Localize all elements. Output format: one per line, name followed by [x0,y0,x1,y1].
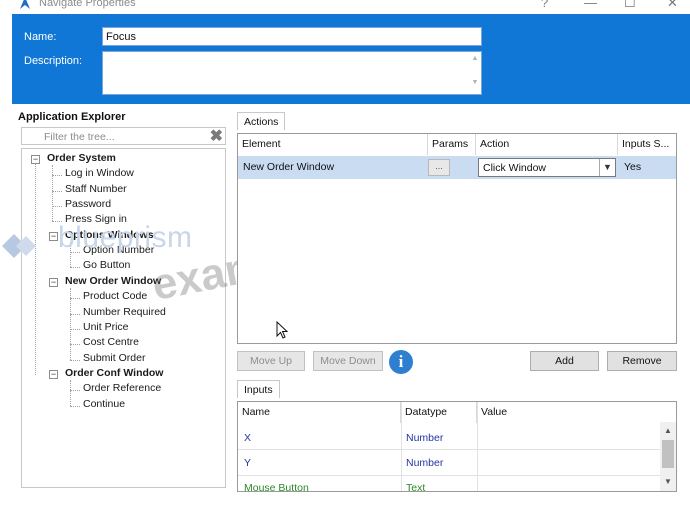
tree-connector [70,390,80,392]
action-dropdown-value: Click Window [483,162,547,174]
move-down-button[interactable]: Move Down [313,351,383,371]
tree-node[interactable]: Number Required [83,306,166,318]
tree-connector [52,206,62,208]
tree-connector [70,379,71,406]
params-button[interactable]: ... [428,159,450,176]
blueprism-app-icon [20,0,30,9]
action-dropdown[interactable]: Click Window ▼ [478,158,616,177]
tree-node[interactable]: Submit Order [83,352,145,364]
mouse-cursor-icon [276,321,288,339]
column-divider [401,402,402,491]
window-title: Navigate Properties [39,0,136,9]
tree-node[interactable]: Cost Centre [83,336,139,348]
blueprism-watermark-icon [2,234,36,258]
inputs-grid: Name Datatype Value X Number Y Number Mo… [237,401,677,492]
tree-connector [35,164,36,375]
title-bar: Navigate Properties ? — ☐ ✕ [0,0,690,14]
tree-connector [70,344,80,346]
column-header-datatype[interactable]: Datatype [401,402,477,423]
tree-node[interactable]: Unit Price [83,321,129,333]
column-header-inputs[interactable]: Inputs S... [618,134,676,155]
column-divider [477,402,478,491]
tree-node[interactable]: Go Button [83,259,130,271]
tab-actions[interactable]: Actions [237,112,286,130]
input-name-cell: Mouse Button [244,482,309,492]
scroll-up-icon[interactable]: ▲ [660,424,676,438]
input-datatype-cell: Number [406,457,444,469]
collapse-icon[interactable]: − [49,231,58,241]
tree-node[interactable]: Password [65,198,111,210]
clear-filter-icon[interactable]: ✖ [210,126,223,146]
input-datatype-cell: Text [406,482,426,492]
column-header-params[interactable]: Params [428,134,476,155]
row-element-cell: New Order Window [243,161,335,173]
tree-filter-input[interactable]: Filter the tree... ✖ [21,127,226,145]
blueprism-watermark: blueprism [58,221,193,254]
row-divider [238,475,662,476]
name-label: Name: [24,31,57,43]
tree-filter-placeholder: Filter the tree... [44,131,115,143]
application-explorer-title: Application Explorer [18,111,126,123]
input-datatype-cell: Number [406,432,444,444]
scroll-thumb[interactable] [662,440,674,468]
name-input[interactable] [102,27,482,46]
tree-node[interactable]: Order Reference [83,382,161,394]
tree-connector [52,175,62,177]
tree-connector [70,359,80,361]
row-inputs-cell: Yes [624,161,642,173]
description-label: Description: [24,55,83,67]
input-name-cell: X [244,432,252,444]
tree-node[interactable]: Log in Window [65,167,134,179]
tree-connector [52,190,62,192]
tree-node[interactable]: Staff Number [65,183,127,195]
tree-connector [52,165,53,222]
minimize-button[interactable]: — [584,0,597,10]
column-header-value[interactable]: Value [477,402,662,423]
collapse-icon[interactable]: − [49,369,58,379]
tree-connector [70,298,80,300]
add-button[interactable]: Add [530,351,599,371]
collapse-icon[interactable]: − [31,155,40,164]
chevron-down-icon[interactable]: ▼ [599,159,615,176]
inputs-scrollbar[interactable]: ▲ ▼ [660,422,676,491]
tree-connector [70,287,71,360]
maximize-button[interactable]: ☐ [624,0,636,11]
description-scrollbar[interactable]: ▲ ▼ [471,55,479,93]
tree-connector [70,313,80,315]
tree-node[interactable]: Order Conf Window [65,367,163,379]
input-name-cell: Y [244,457,252,469]
column-header-action[interactable]: Action [476,134,618,155]
tree-connector [70,267,80,269]
properties-header: Name: Description: ▲▼ [12,14,690,104]
tree-node[interactable]: New Order Window [65,275,161,287]
tree-connector [70,328,80,330]
tree-node[interactable]: Continue [83,398,125,410]
tree-connector [70,405,80,407]
close-button[interactable]: ✕ [667,0,678,11]
column-header-name[interactable]: Name [238,402,401,423]
tree-node[interactable]: Order System [47,152,116,164]
application-tree[interactable]: − Order System Log in Window Staff Number Pa… [21,148,226,488]
move-up-button[interactable]: Move Up [237,351,305,371]
row-divider [238,449,662,450]
column-header-element[interactable]: Element [238,134,428,155]
actions-grid: Element Params Action Inputs S... New Or… [237,133,677,344]
help-button[interactable]: ? [541,0,548,10]
info-icon[interactable]: i [389,350,413,374]
collapse-icon[interactable]: − [49,277,58,287]
description-input[interactable]: ▲ ▼ [102,51,482,95]
tree-node[interactable]: Product Code [83,290,147,302]
tab-inputs[interactable]: Inputs [237,380,280,398]
scroll-down-icon[interactable]: ▼ [660,475,676,489]
remove-button[interactable]: Remove [607,351,677,371]
